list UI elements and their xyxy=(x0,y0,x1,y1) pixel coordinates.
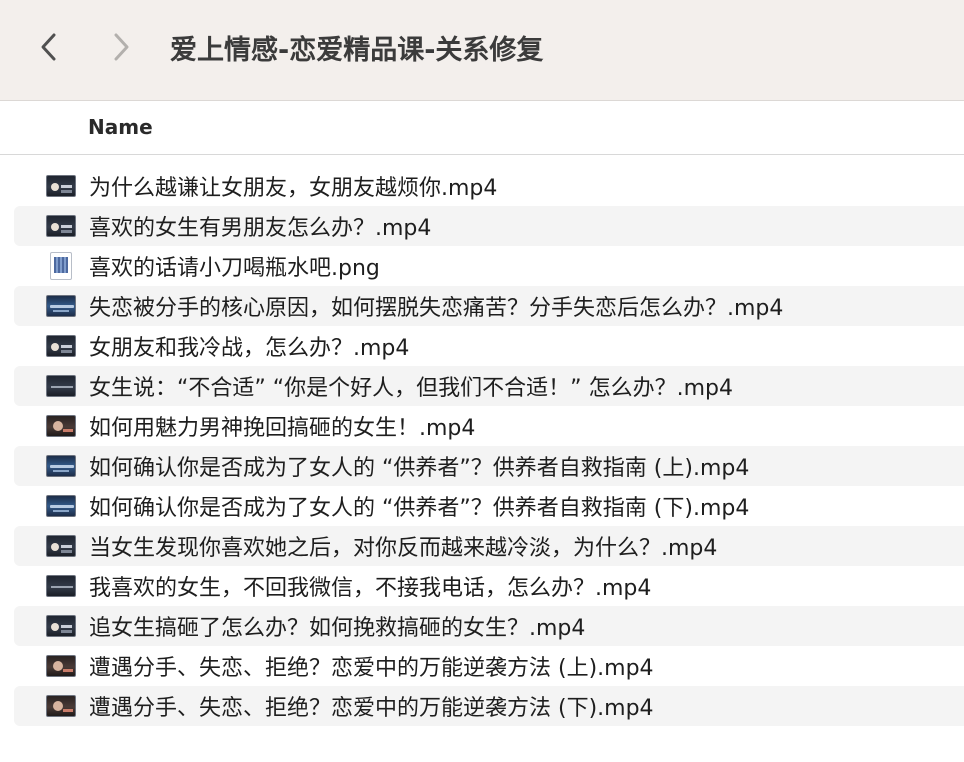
list-item[interactable]: 女生说：“不合适” “你是个好人，但我们不合适！” 怎么办？.mp4 xyxy=(14,366,964,406)
file-name: 我喜欢的女生，不回我微信，不接我电话，怎么办？.mp4 xyxy=(89,576,652,601)
file-name: 遭遇分手、失恋、拒绝？恋爱中的万能逆袭方法 (下).mp4 xyxy=(89,696,654,721)
list-item[interactable]: 遭遇分手、失恋、拒绝？恋爱中的万能逆袭方法 (下).mp4 xyxy=(14,686,964,726)
file-name: 如何用魅力男神挽回搞砸的女生！.mp4 xyxy=(89,416,476,441)
forward-button[interactable] xyxy=(104,30,138,64)
video-thumbnail-icon xyxy=(46,175,76,197)
file-name: 女朋友和我冷战，怎么办？.mp4 xyxy=(89,336,410,361)
finder-window: 爱上情感-恋爱精品课-关系修复 Name 为什么越谦让女朋友，女朋友越烦你.mp… xyxy=(0,0,964,762)
file-name: 遭遇分手、失恋、拒绝？恋爱中的万能逆袭方法 (上).mp4 xyxy=(89,656,654,681)
file-name: 追女生搞砸了怎么办？如何挽救搞砸的女生？.mp4 xyxy=(89,616,586,641)
list-item[interactable]: 如何确认你是否成为了女人的 “供养者”？供养者自救指南 (上).mp4 xyxy=(14,446,964,486)
list-item[interactable]: 如何用魅力男神挽回搞砸的女生！.mp4 xyxy=(14,406,964,446)
video-thumbnail-icon xyxy=(46,335,76,357)
file-name: 当女生发现你喜欢她之后，对你反而越来越冷淡，为什么？.mp4 xyxy=(89,536,718,561)
list-header: Name xyxy=(0,101,964,155)
video-thumbnail-icon xyxy=(46,655,76,677)
video-thumbnail-icon xyxy=(46,215,76,237)
image-file-icon xyxy=(50,252,72,280)
list-item[interactable]: 为什么越谦让女朋友，女朋友越烦你.mp4 xyxy=(14,166,964,206)
back-button[interactable] xyxy=(32,30,66,64)
chevron-right-icon xyxy=(114,33,129,61)
list-item[interactable]: 追女生搞砸了怎么办？如何挽救搞砸的女生？.mp4 xyxy=(14,606,964,646)
window-title: 爱上情感-恋爱精品课-关系修复 xyxy=(170,35,544,66)
list-item[interactable]: 当女生发现你喜欢她之后，对你反而越来越冷淡，为什么？.mp4 xyxy=(14,526,964,566)
video-thumbnail-icon xyxy=(46,495,76,517)
file-name: 喜欢的女生有男朋友怎么办？.mp4 xyxy=(89,216,432,241)
list-item[interactable]: 如何确认你是否成为了女人的 “供养者”？供养者自救指南 (下).mp4 xyxy=(14,486,964,526)
video-thumbnail-icon xyxy=(46,415,76,437)
file-name: 如何确认你是否成为了女人的 “供养者”？供养者自救指南 (下).mp4 xyxy=(89,496,750,521)
toolbar: 爱上情感-恋爱精品课-关系修复 xyxy=(0,0,964,101)
list-item[interactable]: 遭遇分手、失恋、拒绝？恋爱中的万能逆袭方法 (上).mp4 xyxy=(14,646,964,686)
list-item[interactable]: 失恋被分手的核心原因，如何摆脱失恋痛苦？分手失恋后怎么办？.mp4 xyxy=(14,286,964,326)
file-name: 为什么越谦让女朋友，女朋友越烦你.mp4 xyxy=(89,176,498,201)
video-thumbnail-icon xyxy=(46,615,76,637)
video-thumbnail-icon xyxy=(46,295,76,317)
list-item[interactable]: 女朋友和我冷战，怎么办？.mp4 xyxy=(14,326,964,366)
video-thumbnail-icon xyxy=(46,455,76,477)
list-item[interactable]: 喜欢的话请小刀喝瓶水吧.png xyxy=(14,246,964,286)
column-header-name[interactable]: Name xyxy=(88,115,153,139)
file-name: 女生说：“不合适” “你是个好人，但我们不合适！” 怎么办？.mp4 xyxy=(89,376,733,401)
video-thumbnail-icon xyxy=(46,375,76,397)
file-name: 失恋被分手的核心原因，如何摆脱失恋痛苦？分手失恋后怎么办？.mp4 xyxy=(89,296,784,321)
video-thumbnail-icon xyxy=(46,575,76,597)
video-thumbnail-icon xyxy=(46,695,76,717)
list-item[interactable]: 喜欢的女生有男朋友怎么办？.mp4 xyxy=(14,206,964,246)
chevron-left-icon xyxy=(41,33,56,61)
video-thumbnail-icon xyxy=(46,535,76,557)
file-list: 为什么越谦让女朋友，女朋友越烦你.mp4 喜欢的女生有男朋友怎么办？.mp4 喜… xyxy=(14,166,964,726)
file-name: 喜欢的话请小刀喝瓶水吧.png xyxy=(89,256,380,281)
list-item[interactable]: 我喜欢的女生，不回我微信，不接我电话，怎么办？.mp4 xyxy=(14,566,964,606)
file-name: 如何确认你是否成为了女人的 “供养者”？供养者自救指南 (上).mp4 xyxy=(89,456,750,481)
